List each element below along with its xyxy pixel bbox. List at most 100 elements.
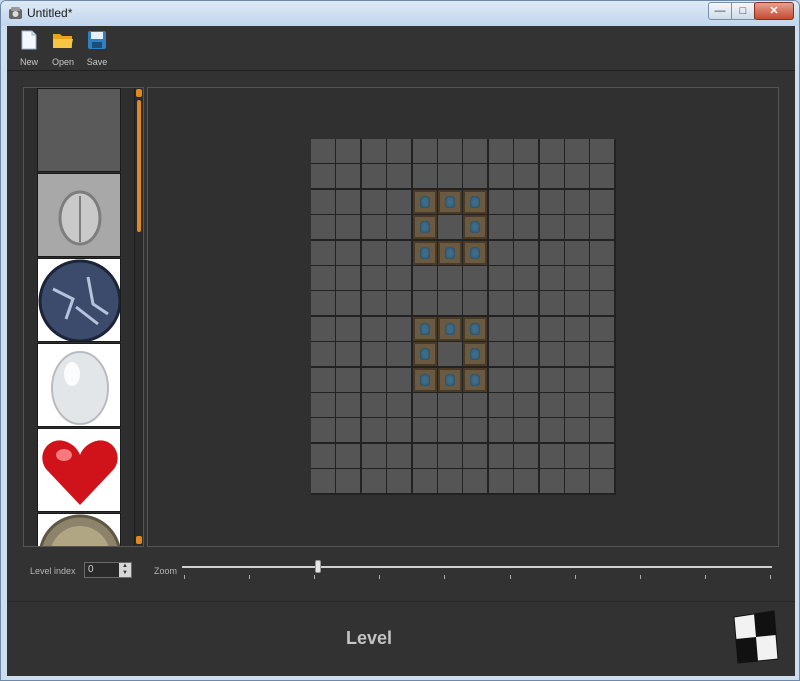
grid-cell[interactable] [514, 393, 538, 417]
grid-cell[interactable] [336, 190, 360, 214]
grid-cell[interactable] [590, 393, 614, 417]
scroll-down-icon[interactable] [136, 536, 142, 544]
grid-cell[interactable] [387, 291, 411, 315]
grid-cell[interactable] [387, 444, 411, 468]
grid-cell-filled[interactable] [413, 215, 437, 239]
grid-cell[interactable] [565, 291, 589, 315]
level-index-spinbox[interactable]: 0 ▲ ▼ [84, 562, 132, 578]
grid-cell[interactable] [311, 317, 335, 341]
grid-cell[interactable] [489, 241, 513, 265]
close-button[interactable]: ✕ [754, 2, 794, 20]
grid-cell[interactable] [362, 164, 386, 188]
grid-cell[interactable] [438, 139, 462, 163]
grid-cell[interactable] [565, 418, 589, 442]
tile-sphere[interactable] [37, 258, 121, 342]
grid-cell[interactable] [438, 469, 462, 493]
grid-cell[interactable] [387, 317, 411, 341]
grid-cell-filled[interactable] [463, 241, 487, 265]
grid-cell[interactable] [438, 418, 462, 442]
grid-cell[interactable] [336, 291, 360, 315]
grid-cell[interactable] [438, 215, 462, 239]
grid-cell[interactable] [489, 393, 513, 417]
grid-cell-filled[interactable] [438, 317, 462, 341]
grid-cell-filled[interactable] [463, 368, 487, 392]
grid-cell[interactable] [413, 418, 437, 442]
grid-cell[interactable] [540, 215, 564, 239]
grid-cell[interactable] [489, 368, 513, 392]
grid-cell[interactable] [489, 266, 513, 290]
grid-cell[interactable] [336, 266, 360, 290]
grid-cell[interactable] [336, 368, 360, 392]
grid-cell[interactable] [387, 164, 411, 188]
grid-cell[interactable] [590, 317, 614, 341]
grid-cell[interactable] [540, 393, 564, 417]
grid-cell[interactable] [489, 469, 513, 493]
grid-cell[interactable] [311, 342, 335, 366]
grid-cell[interactable] [362, 469, 386, 493]
grid-cell[interactable] [413, 139, 437, 163]
grid-cell[interactable] [362, 266, 386, 290]
grid-cell[interactable] [387, 215, 411, 239]
grid-cell[interactable] [362, 368, 386, 392]
grid-cell-filled[interactable] [463, 342, 487, 366]
grid-cell[interactable] [438, 444, 462, 468]
grid-cell[interactable] [311, 241, 335, 265]
grid-cell[interactable] [590, 266, 614, 290]
grid-cell[interactable] [514, 342, 538, 366]
grid-cell[interactable] [438, 342, 462, 366]
grid-cell-filled[interactable] [463, 317, 487, 341]
tile-palette[interactable] [23, 87, 144, 547]
grid-cell[interactable] [438, 393, 462, 417]
level-index-value[interactable]: 0 [88, 564, 94, 575]
grid-cell[interactable] [514, 215, 538, 239]
grid-cell[interactable] [387, 418, 411, 442]
grid-cell[interactable] [489, 190, 513, 214]
grid-cell[interactable] [489, 342, 513, 366]
grid-cell[interactable] [311, 190, 335, 214]
grid-cell-filled[interactable] [413, 190, 437, 214]
grid-cell[interactable] [362, 418, 386, 442]
spin-up-icon[interactable]: ▲ [119, 563, 131, 570]
grid-cell[interactable] [489, 215, 513, 239]
grid-cell[interactable] [413, 444, 437, 468]
grid-cell[interactable] [590, 342, 614, 366]
scroll-thumb[interactable] [137, 100, 141, 232]
grid-cell[interactable] [540, 469, 564, 493]
grid-cell[interactable] [514, 241, 538, 265]
grid-cell[interactable] [540, 368, 564, 392]
grid-cell[interactable] [311, 266, 335, 290]
grid-cell[interactable] [362, 342, 386, 366]
grid-cell-filled[interactable] [438, 368, 462, 392]
grid-cell[interactable] [590, 444, 614, 468]
tile-heart[interactable] [37, 428, 121, 512]
grid-cell[interactable] [514, 266, 538, 290]
grid-cell[interactable] [540, 342, 564, 366]
level-grid[interactable] [311, 139, 616, 495]
grid-cell[interactable] [540, 164, 564, 188]
grid-cell[interactable] [565, 215, 589, 239]
grid-cell[interactable] [336, 139, 360, 163]
grid-cell[interactable] [565, 241, 589, 265]
tile-palette-scrollbar[interactable] [134, 88, 143, 546]
grid-cell[interactable] [438, 266, 462, 290]
grid-cell[interactable] [336, 317, 360, 341]
grid-cell[interactable] [514, 317, 538, 341]
grid-cell[interactable] [565, 317, 589, 341]
grid-cell[interactable] [565, 368, 589, 392]
tile-empty[interactable] [37, 88, 121, 172]
grid-cell[interactable] [565, 266, 589, 290]
grid-cell[interactable] [463, 266, 487, 290]
grid-cell[interactable] [565, 469, 589, 493]
grid-cell[interactable] [514, 469, 538, 493]
minimize-button[interactable]: — [708, 2, 732, 20]
grid-cell[interactable] [565, 342, 589, 366]
grid-cell[interactable] [413, 266, 437, 290]
grid-cell[interactable] [514, 164, 538, 188]
grid-cell-filled[interactable] [413, 317, 437, 341]
grid-cell[interactable] [413, 469, 437, 493]
grid-cell[interactable] [463, 139, 487, 163]
grid-cell[interactable] [336, 444, 360, 468]
grid-cell[interactable] [387, 469, 411, 493]
save-button[interactable]: Save [82, 30, 112, 67]
grid-cell[interactable] [540, 241, 564, 265]
